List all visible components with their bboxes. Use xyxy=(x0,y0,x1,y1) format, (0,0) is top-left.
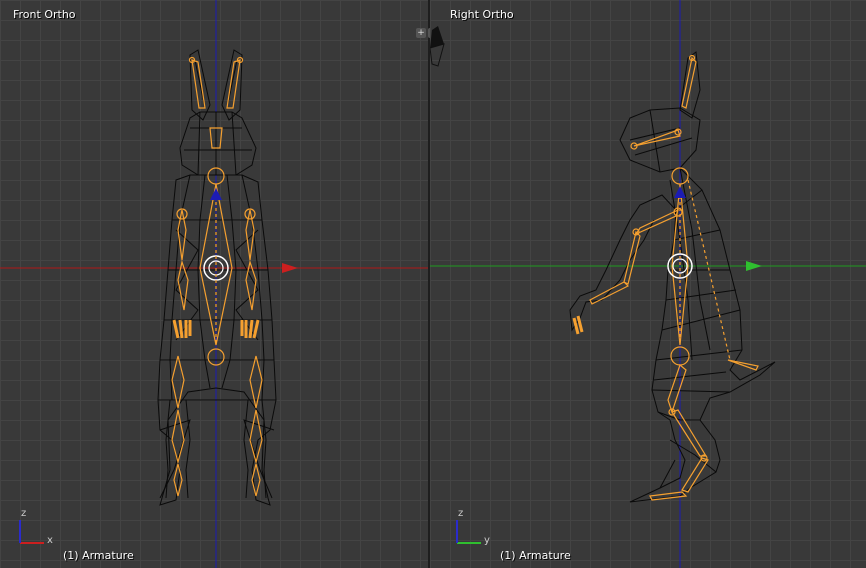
viewport-status: (1) Armature xyxy=(63,549,134,562)
axis-z-label: z xyxy=(21,508,27,519)
z-gizmo-arrow[interactable] xyxy=(210,188,222,200)
x-gizmo-arrow[interactable] xyxy=(282,263,298,273)
front-scene[interactable] xyxy=(0,0,428,568)
viewport-front-ortho[interactable]: z x Front Ortho (1) Armature xyxy=(0,0,428,568)
plus-icon[interactable]: + xyxy=(416,28,426,38)
viewport-title: Right Ortho xyxy=(450,8,514,21)
viewport-status: (1) Armature xyxy=(500,549,571,562)
axis-orientation-widget xyxy=(456,520,481,544)
right-scene[interactable] xyxy=(430,0,866,568)
viewport-right-ortho[interactable]: z y Right Ortho (1) Armature xyxy=(430,0,866,568)
armature-front[interactable] xyxy=(171,56,263,497)
rabbit-mesh-front[interactable] xyxy=(157,49,277,506)
rabbit-mesh-side[interactable] xyxy=(569,51,776,503)
y-gizmo-arrow[interactable] xyxy=(746,261,762,271)
axis-x-label: x xyxy=(47,535,53,546)
axis-y-label: y xyxy=(484,535,490,546)
axis-orientation-widget xyxy=(19,520,44,544)
axis-z-label: z xyxy=(458,508,464,519)
viewport-title: Front Ortho xyxy=(13,8,76,21)
